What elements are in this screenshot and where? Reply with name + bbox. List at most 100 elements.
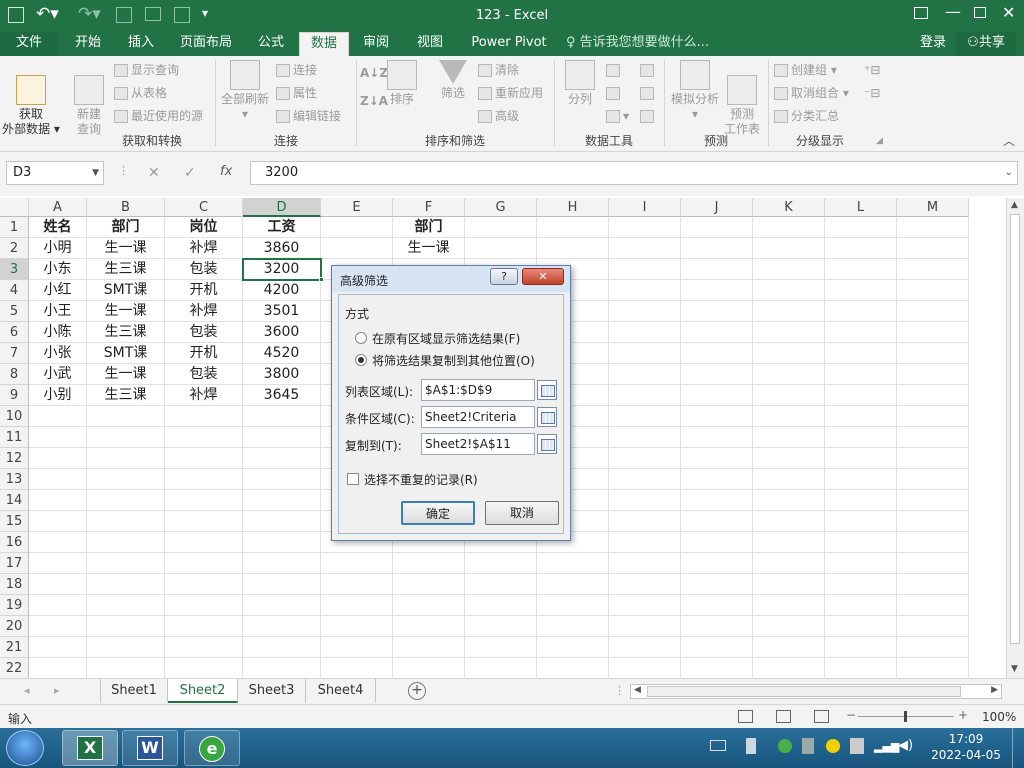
tab-formulas[interactable]: 公式 bbox=[246, 32, 296, 56]
cell[interactable]: 补焊 bbox=[165, 238, 243, 259]
cell[interactable] bbox=[753, 364, 825, 385]
cell[interactable] bbox=[29, 469, 87, 490]
cell[interactable] bbox=[753, 637, 825, 658]
cell[interactable]: 生一课 bbox=[87, 238, 165, 259]
cell[interactable] bbox=[321, 217, 393, 238]
cell[interactable] bbox=[897, 364, 969, 385]
row-header[interactable]: 3 bbox=[0, 259, 29, 280]
cell[interactable]: 小张 bbox=[29, 343, 87, 364]
cell[interactable] bbox=[825, 511, 897, 532]
taskbar-ie-button[interactable]: e bbox=[184, 730, 240, 766]
cell[interactable]: 小别 bbox=[29, 385, 87, 406]
login-link[interactable]: 登录 bbox=[914, 32, 952, 56]
cell[interactable] bbox=[825, 532, 897, 553]
cell[interactable] bbox=[87, 595, 165, 616]
cell[interactable] bbox=[321, 574, 393, 595]
cell[interactable] bbox=[87, 511, 165, 532]
cell[interactable]: 包装 bbox=[165, 322, 243, 343]
tray-icon-5[interactable] bbox=[850, 738, 864, 754]
cell[interactable] bbox=[243, 553, 321, 574]
page-break-view-icon[interactable] bbox=[814, 710, 829, 723]
zoom-slider-thumb[interactable] bbox=[904, 711, 907, 722]
cell[interactable] bbox=[681, 343, 753, 364]
cell[interactable] bbox=[681, 532, 753, 553]
cell[interactable] bbox=[609, 637, 681, 658]
row-header[interactable]: 21 bbox=[0, 637, 29, 658]
cell[interactable] bbox=[393, 574, 465, 595]
cell[interactable] bbox=[753, 259, 825, 280]
zoom-out-button[interactable]: − bbox=[846, 708, 856, 722]
sheet-tab-active[interactable]: Sheet2 bbox=[168, 679, 238, 703]
undo-button[interactable]: ↶▾ bbox=[36, 4, 59, 24]
cell[interactable] bbox=[753, 448, 825, 469]
list-range-input[interactable]: $A$1:$D$9 bbox=[421, 379, 535, 401]
scroll-thumb[interactable] bbox=[1010, 214, 1020, 644]
cell[interactable] bbox=[897, 553, 969, 574]
cell[interactable] bbox=[897, 301, 969, 322]
taskbar-word-button[interactable]: W bbox=[122, 730, 178, 766]
column-header[interactable]: J bbox=[681, 198, 753, 217]
drag-handle[interactable]: ⋮ bbox=[118, 164, 129, 177]
cell[interactable] bbox=[897, 406, 969, 427]
ungroup-button[interactable]: 取消组合 ▾ bbox=[774, 84, 849, 102]
show-detail-icon[interactable]: ⁺⊟ bbox=[864, 61, 880, 79]
cell[interactable] bbox=[753, 343, 825, 364]
tab-power-pivot[interactable]: Power Pivot bbox=[463, 32, 555, 56]
cell[interactable] bbox=[753, 322, 825, 343]
cell[interactable] bbox=[609, 322, 681, 343]
cell[interactable] bbox=[753, 385, 825, 406]
cell[interactable] bbox=[897, 469, 969, 490]
cell[interactable] bbox=[165, 616, 243, 637]
cell[interactable] bbox=[897, 217, 969, 238]
cell[interactable]: 小陈 bbox=[29, 322, 87, 343]
qat-customize-icon[interactable]: ▾ bbox=[202, 6, 208, 20]
cell[interactable] bbox=[165, 427, 243, 448]
tab-insert[interactable]: 插入 bbox=[116, 32, 166, 56]
help-button[interactable]: ? bbox=[490, 268, 518, 285]
cell[interactable] bbox=[29, 637, 87, 658]
row-header[interactable]: 4 bbox=[0, 280, 29, 301]
cell[interactable] bbox=[681, 322, 753, 343]
restore-button[interactable] bbox=[974, 7, 986, 18]
cell[interactable] bbox=[825, 637, 897, 658]
column-header[interactable]: E bbox=[321, 198, 393, 217]
cell[interactable] bbox=[609, 238, 681, 259]
cell[interactable] bbox=[465, 637, 537, 658]
cell[interactable] bbox=[681, 217, 753, 238]
clock-date[interactable]: 2022-04-05 bbox=[930, 748, 1002, 762]
cell[interactable] bbox=[87, 427, 165, 448]
horizontal-scrollbar[interactable]: ◀ ▶ bbox=[630, 684, 1002, 699]
group-button[interactable]: 创建组 ▾ bbox=[774, 61, 837, 79]
cell[interactable] bbox=[681, 238, 753, 259]
tab-review[interactable]: 审阅 bbox=[353, 32, 399, 56]
reapply-button[interactable]: 重新应用 bbox=[478, 84, 543, 102]
cell[interactable] bbox=[753, 217, 825, 238]
cell[interactable] bbox=[825, 469, 897, 490]
cell[interactable] bbox=[29, 595, 87, 616]
cell[interactable] bbox=[753, 616, 825, 637]
cell[interactable]: 3645 bbox=[243, 385, 321, 406]
cell[interactable] bbox=[243, 532, 321, 553]
column-header[interactable]: F bbox=[393, 198, 465, 217]
cell[interactable] bbox=[243, 469, 321, 490]
select-all-corner[interactable] bbox=[0, 198, 29, 217]
cell[interactable] bbox=[393, 658, 465, 678]
name-box[interactable]: D3 ▼ bbox=[6, 161, 104, 185]
column-header[interactable]: M bbox=[897, 198, 969, 217]
cell[interactable] bbox=[681, 490, 753, 511]
cell[interactable] bbox=[537, 574, 609, 595]
cell[interactable]: 4520 bbox=[243, 343, 321, 364]
open-icon[interactable] bbox=[145, 7, 161, 21]
row-header[interactable]: 19 bbox=[0, 595, 29, 616]
row-header[interactable]: 7 bbox=[0, 343, 29, 364]
text-to-columns-button[interactable]: 分列 bbox=[560, 60, 600, 107]
row-header[interactable]: 6 bbox=[0, 322, 29, 343]
cell[interactable]: SMT课 bbox=[87, 343, 165, 364]
cell[interactable] bbox=[465, 658, 537, 678]
hscroll-thumb[interactable] bbox=[647, 686, 961, 697]
row-header[interactable]: 20 bbox=[0, 616, 29, 637]
cell[interactable]: 姓名 bbox=[29, 217, 87, 238]
row-header[interactable]: 2 bbox=[0, 238, 29, 259]
cell[interactable] bbox=[753, 595, 825, 616]
cell[interactable] bbox=[825, 595, 897, 616]
